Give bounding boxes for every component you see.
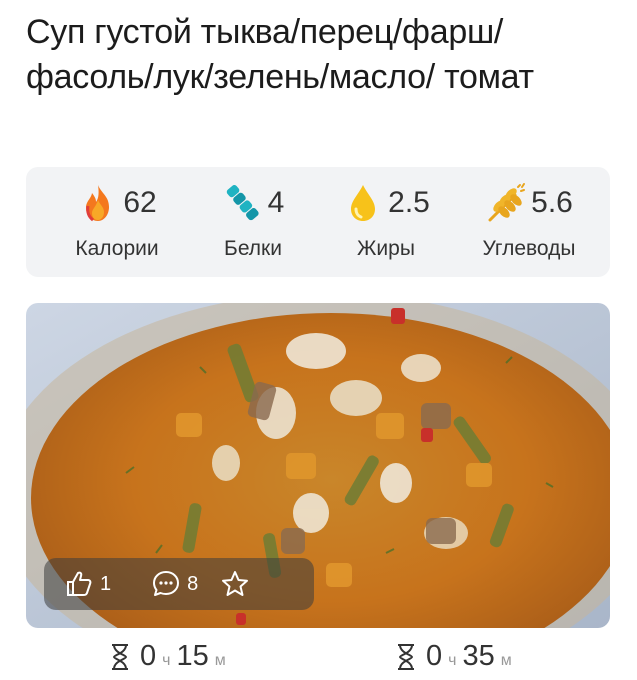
prep-minutes: 15 [176, 640, 209, 672]
oil-drop-icon [351, 185, 376, 221]
fire-icon [86, 185, 110, 222]
photo-stats-overlay: 1 8 [44, 558, 314, 610]
nutrition-panel: 62 Калории 4 Белки 2.5 Жиры 5.6 Углеводы [26, 167, 610, 277]
nutrition-protein: 4 Белки [198, 181, 308, 261]
total-hours-unit: ч [448, 652, 457, 669]
protein-helix-icon [226, 185, 259, 221]
carbs-value: 5.6 [531, 186, 573, 219]
nutrition-fat: 2.5 Жиры [326, 181, 446, 261]
cooking-times: 0 ч 15 м 0 ч 35 м [0, 640, 637, 680]
fat-value: 2.5 [388, 186, 430, 219]
star-icon [222, 571, 249, 596]
favorite-button[interactable] [220, 569, 250, 599]
recipe-photo[interactable]: 1 8 [26, 303, 610, 628]
likes-count: 1 [100, 572, 112, 595]
carbs-label: Углеводы [482, 237, 576, 260]
nutrition-carbs: 5.6 Углеводы [464, 181, 594, 261]
comment-icon [153, 571, 180, 596]
total-time: 0 ч 35 м [396, 640, 518, 673]
prep-time: 0 ч 15 м [110, 640, 232, 673]
hourglass-icon [398, 643, 414, 670]
thumbs-up-icon [67, 571, 92, 596]
total-hours: 0 [426, 640, 443, 672]
protein-value: 4 [267, 186, 285, 219]
comments-count: 8 [187, 572, 199, 595]
hourglass-icon [112, 643, 128, 670]
calories-value: 62 [123, 186, 157, 219]
prep-minutes-unit: м [214, 652, 226, 669]
protein-label: Белки [224, 237, 282, 260]
recipe-title: Суп густой тыква/перец/фарш/ фасоль/лук/… [26, 13, 534, 96]
nutrition-calories: 62 Калории [52, 181, 182, 261]
calories-label: Калории [75, 237, 159, 260]
like-button[interactable]: 1 [64, 569, 111, 599]
prep-hours: 0 [140, 640, 157, 672]
comments-button[interactable]: 8 [151, 569, 198, 599]
fat-label: Жиры [357, 237, 415, 260]
wheat-icon [488, 183, 526, 222]
total-minutes-unit: м [500, 652, 512, 669]
total-minutes: 35 [462, 640, 495, 672]
prep-hours-unit: ч [162, 652, 171, 669]
